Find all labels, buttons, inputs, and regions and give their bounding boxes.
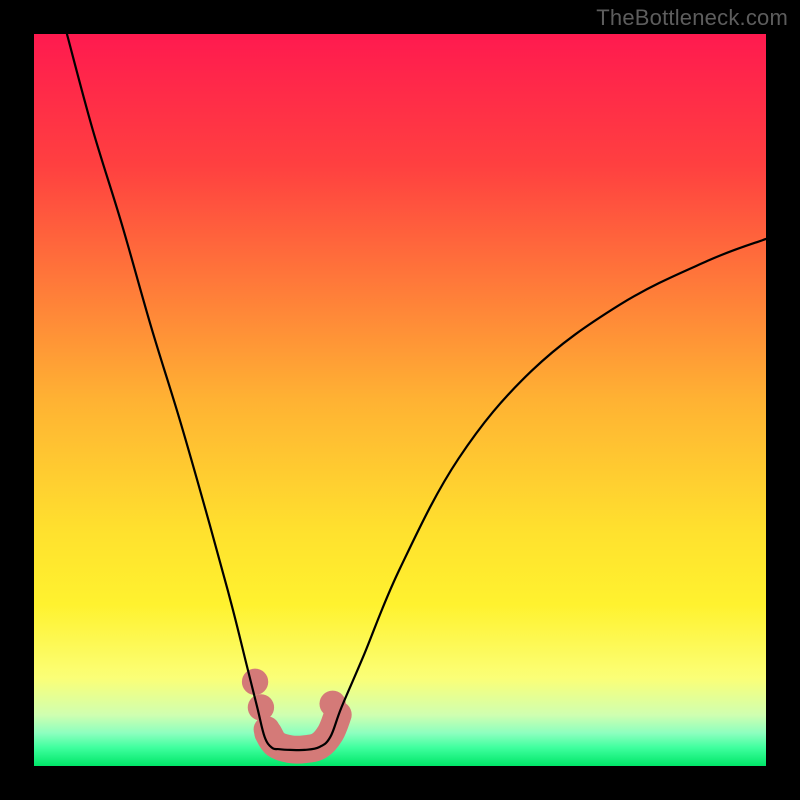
marker-left-band-lower — [254, 716, 280, 742]
chart-frame: TheBottleneck.com — [0, 0, 800, 800]
marker-left-band-top — [242, 669, 268, 695]
chart-svg — [34, 34, 766, 766]
plot-area — [34, 34, 766, 766]
watermark-text: TheBottleneck.com — [596, 5, 788, 31]
bottleneck-curve — [67, 34, 766, 750]
